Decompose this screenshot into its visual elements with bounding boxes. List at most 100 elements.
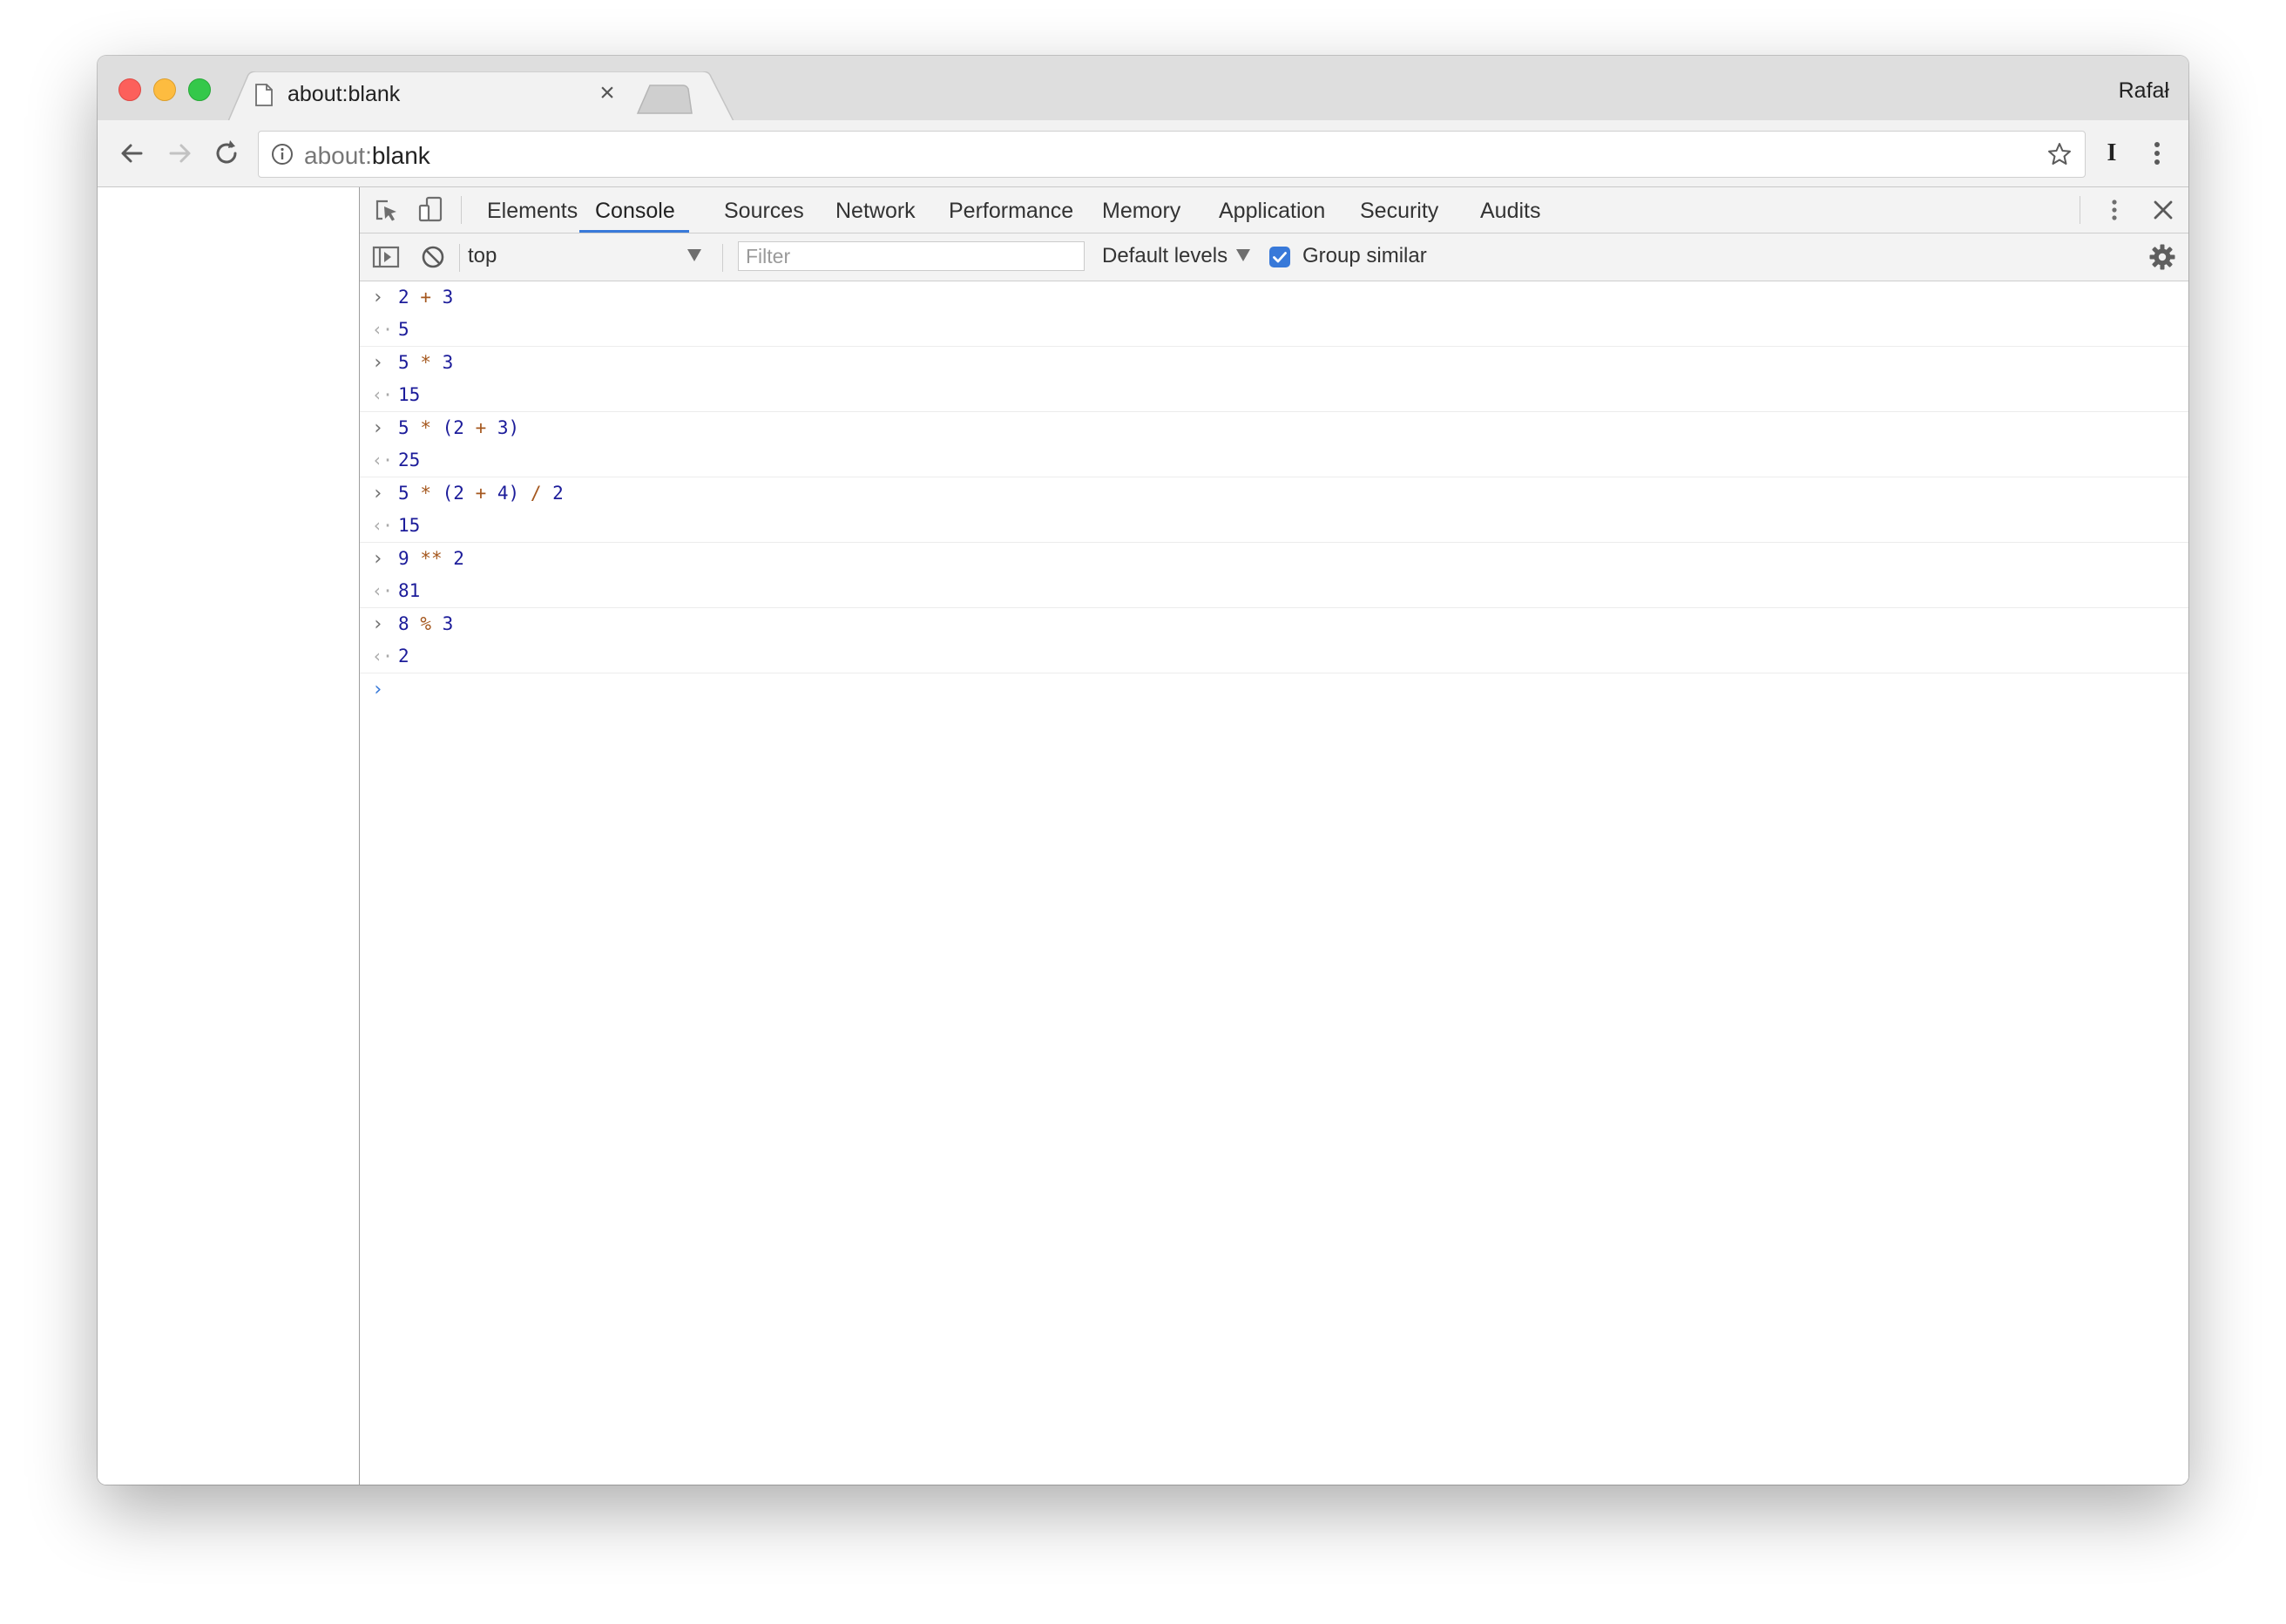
operator-token: * (420, 417, 431, 438)
close-devtools-icon[interactable] (2147, 194, 2179, 226)
result-arrow-icon: ‹· (372, 580, 394, 601)
console-input-row[interactable]: › 2 + 3 (360, 281, 2188, 314)
group-similar-checkbox[interactable] (1269, 247, 1290, 267)
console-sidebar-icon[interactable] (370, 241, 402, 273)
operand-token: 3 (442, 287, 454, 308)
console-result-value: 2 (398, 646, 409, 667)
console-input-row[interactable]: › 9 ** 2 (360, 543, 2188, 575)
operand-token: 2 (552, 483, 564, 504)
operator-token: ** (420, 548, 443, 569)
checkmark-icon (1273, 252, 1287, 263)
result-arrow-icon: ‹· (372, 450, 394, 470)
forward-button[interactable] (162, 136, 197, 171)
tab-console-label: Console (595, 199, 675, 223)
tab-sources[interactable]: Sources (724, 199, 804, 233)
result-arrow-icon: ‹· (372, 319, 394, 340)
console-prompt-row[interactable]: › (360, 673, 2188, 706)
extension-icon[interactable]: I (2094, 136, 2129, 171)
console-input-row[interactable]: › 5 * (2 + 4) / 2 (360, 477, 2188, 510)
more-menu-icon[interactable] (2140, 136, 2174, 171)
active-tab-indicator (579, 230, 689, 233)
tab-performance[interactable]: Performance (949, 199, 1073, 233)
result-arrow-icon: ‹· (372, 646, 394, 667)
devtools-tab-bar: Elements Console Sources Network Perform… (360, 187, 2188, 233)
operand-token: 5 (398, 352, 409, 373)
device-toolbar-icon[interactable] (416, 194, 447, 226)
input-chevron-icon: › (372, 548, 384, 570)
devtools-menu-icon[interactable] (2099, 194, 2130, 226)
prompt-chevron-icon: › (372, 679, 384, 700)
console-input-row[interactable]: › 5 * (2 + 3) (360, 412, 2188, 444)
console-result-row[interactable]: ‹· 2 (360, 640, 2188, 673)
chevron-down-icon[interactable] (1236, 249, 1250, 261)
console-messages[interactable]: › 2 + 3 ‹· 5 › 5 * 3 ‹· 15 › 5 * (2 + 3) ‹· 25 › 5 * … (360, 281, 2188, 1485)
console-input-code: 5 * 3 (398, 347, 453, 379)
toolbar-divider (461, 196, 462, 224)
reload-button[interactable] (209, 136, 244, 171)
bookmark-star-icon[interactable] (2046, 141, 2073, 167)
browser-toolbar: about:blank I (98, 120, 2188, 187)
input-chevron-icon: › (372, 417, 384, 439)
toolbar-divider (722, 244, 723, 272)
tab-memory[interactable]: Memory (1102, 199, 1180, 233)
log-levels-dropdown[interactable]: Default levels (1102, 244, 1228, 268)
console-result-row[interactable]: ‹· 15 (360, 379, 2188, 412)
console-result-row[interactable]: ‹· 25 (360, 444, 2188, 477)
console-settings-gear-icon[interactable] (2147, 242, 2177, 272)
clear-console-icon[interactable] (417, 241, 449, 273)
zoom-window-button[interactable] (188, 78, 211, 101)
tab-console[interactable]: Console (579, 199, 689, 233)
console-input-row[interactable]: › 5 * 3 (360, 347, 2188, 379)
console-result-value: 5 (398, 319, 409, 340)
console-input-row[interactable]: › 8 % 3 (360, 608, 2188, 640)
new-tab-button[interactable] (634, 82, 695, 117)
console-result-value: 15 (398, 515, 421, 536)
tab-application[interactable]: Application (1219, 199, 1325, 233)
close-window-button[interactable] (118, 78, 141, 101)
tab-title: about:blank (287, 82, 401, 106)
operand-token: 3 (442, 613, 454, 634)
input-chevron-icon: › (372, 287, 384, 308)
toolbar-divider (459, 244, 460, 272)
tab-security[interactable]: Security (1360, 199, 1438, 233)
page-content[interactable] (98, 187, 359, 1485)
group-similar-label[interactable]: Group similar (1302, 244, 1427, 268)
info-icon[interactable] (271, 143, 294, 166)
tab-close-button[interactable]: × (596, 80, 619, 106)
input-chevron-icon: › (372, 352, 384, 374)
console-result-value: 81 (398, 580, 421, 601)
tab-strip: about:blank × Rafał (98, 56, 2188, 121)
console-filter-input[interactable] (738, 241, 1085, 271)
operand-token: 5 (398, 483, 409, 504)
context-select[interactable]: top (468, 244, 694, 270)
result-arrow-icon: ‹· (372, 515, 394, 536)
devtools-panel: Elements Console Sources Network Perform… (359, 187, 2188, 1485)
back-button[interactable] (115, 136, 150, 171)
input-chevron-icon: › (372, 613, 384, 635)
operator-token: % (420, 613, 431, 634)
result-arrow-icon: ‹· (372, 384, 394, 405)
url-scheme: about: (304, 142, 372, 169)
tab-elements[interactable]: Elements (487, 199, 578, 233)
tab-network[interactable]: Network (835, 199, 916, 233)
operand-token: (2 (442, 483, 464, 504)
console-result-row[interactable]: ‹· 81 (360, 575, 2188, 608)
operator-token: + (475, 483, 487, 504)
minimize-window-button[interactable] (153, 78, 176, 101)
profile-name[interactable]: Rafał (2119, 78, 2169, 104)
console-result-row[interactable]: ‹· 15 (360, 510, 2188, 543)
address-bar[interactable]: about:blank (258, 131, 2086, 178)
chevron-down-icon[interactable] (687, 249, 701, 261)
input-chevron-icon: › (372, 483, 384, 504)
console-input-code: 5 * (2 + 3) (398, 412, 519, 444)
console-toolbar: top Default levels Group similar (360, 233, 2188, 281)
inspect-element-icon[interactable] (370, 194, 402, 226)
operator-token: / (530, 483, 542, 504)
tab-audits[interactable]: Audits (1480, 199, 1540, 233)
operand-token: 9 (398, 548, 409, 569)
console-input-code: 8 % 3 (398, 608, 453, 640)
console-input-code: 2 + 3 (398, 281, 453, 314)
operator-token: + (420, 287, 431, 308)
url-text[interactable]: about:blank (304, 142, 430, 170)
console-result-row[interactable]: ‹· 5 (360, 314, 2188, 347)
